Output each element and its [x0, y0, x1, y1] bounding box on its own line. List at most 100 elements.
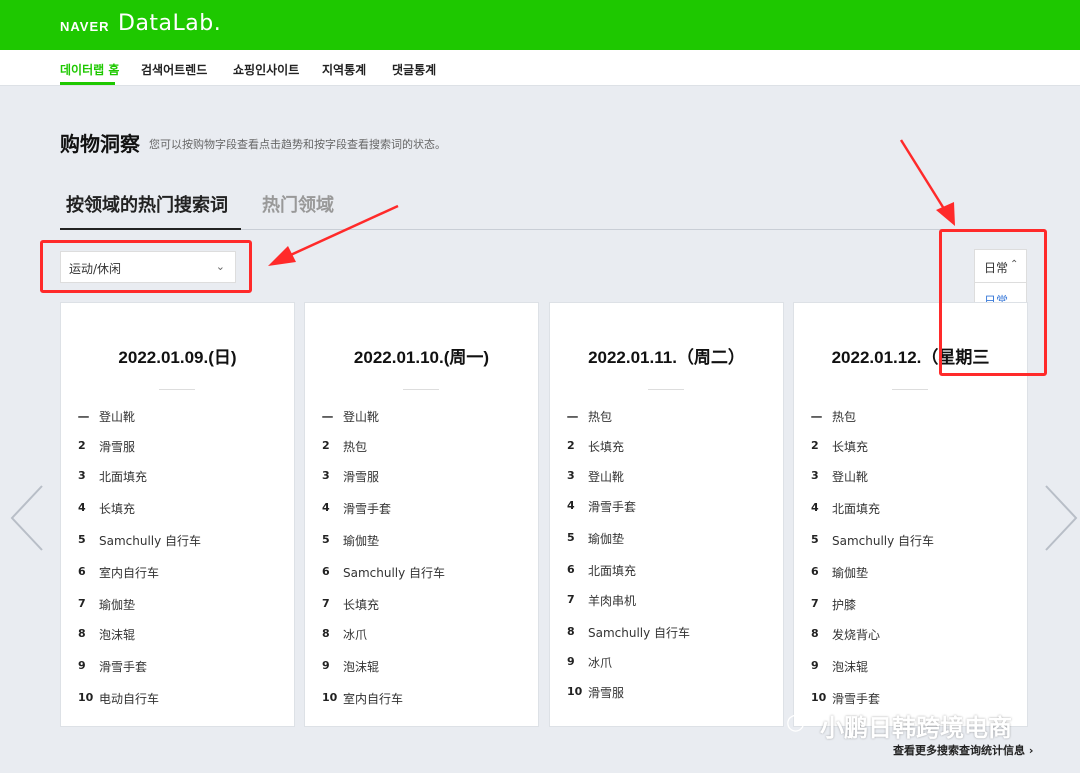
rank-number: 5 [322, 533, 330, 546]
list-item[interactable]: 10 滑雪服 [550, 683, 783, 703]
list-item[interactable]: 7 长填充 [305, 595, 538, 615]
list-item[interactable]: 一热包 [794, 407, 1027, 427]
rank-number: 7 [322, 597, 330, 610]
rank-number: 7 [78, 597, 86, 610]
rank-keyword: 滑雪手套 [343, 502, 392, 516]
list-item[interactable]: 2 长填充 [794, 437, 1027, 457]
nav-item-comment-stats[interactable]: 댓글통계 [392, 61, 436, 78]
rank-keyword: 电动自行车 [99, 692, 160, 706]
list-item[interactable]: 4 长填充 [61, 499, 294, 519]
list-item[interactable]: 3 登山靴 [794, 467, 1027, 487]
ranking-card: 2022.01.12.（星期三一热包 2 长填充 3 登山靴 4 北面填充 5 Samchull… [793, 302, 1028, 727]
card-date: 2022.01.10.(周一) [353, 348, 490, 367]
rank-keyword: 滑雪服 [588, 686, 625, 700]
rank-keyword: 羊肉串机 [588, 594, 637, 608]
list-item[interactable]: 9 泡沫辊 [794, 657, 1027, 677]
list-item[interactable]: 10 滑雪手套 [794, 689, 1027, 709]
rank-keyword: 长填充 [832, 440, 869, 454]
period-select[interactable]: 日常 ⌃ [974, 249, 1027, 283]
card-separator [159, 389, 195, 390]
rank-number: 8 [811, 627, 819, 640]
list-item[interactable]: 5 瑜伽垫 [550, 529, 783, 549]
list-item[interactable]: 9 泡沫辊 [305, 657, 538, 677]
list-item[interactable]: 2 长填充 [550, 437, 783, 457]
rank-number: 6 [811, 565, 819, 578]
rank-number: 10 [322, 691, 338, 704]
list-item[interactable]: 7 羊肉串机 [550, 591, 783, 611]
page-title: 购物洞察 [60, 132, 140, 156]
rank-keyword: 滑雪服 [343, 470, 380, 484]
rank-keyword: 滑雪手套 [588, 500, 637, 514]
list-item[interactable]: 8 冰爪 [305, 625, 538, 645]
list-item[interactable]: 一热包 [550, 407, 783, 427]
list-item[interactable]: 9 冰爪 [550, 653, 783, 673]
list-item[interactable]: 10 电动自行车 [61, 689, 294, 709]
rank-number: 4 [811, 501, 819, 514]
list-item[interactable]: 6 北面填充 [550, 561, 783, 581]
rank-number: 10 [78, 691, 94, 704]
list-item[interactable]: 2 热包 [305, 437, 538, 457]
rank-number: 5 [811, 533, 819, 546]
rank-number: 一 [78, 411, 89, 424]
list-item[interactable]: 一登山靴 [61, 407, 294, 427]
list-item[interactable]: 6 Samchully 自行车 [305, 563, 538, 583]
page-description: 您可以按购物字段查看点击趋势和按字段查看搜索词的状态。 [149, 138, 446, 151]
list-item[interactable]: 2 滑雪服 [61, 437, 294, 457]
list-item[interactable]: 5 Samchully 自行车 [794, 531, 1027, 551]
rank-keyword: 登山靴 [588, 470, 625, 484]
list-item[interactable]: 一登山靴 [305, 407, 538, 427]
list-item[interactable]: 4 滑雪手套 [305, 499, 538, 519]
rank-keyword: Samchully 自行车 [343, 566, 446, 580]
card-date: 2022.01.12.（星期三 [831, 348, 990, 367]
list-item[interactable]: 10 室内自行车 [305, 689, 538, 709]
chevron-left-icon[interactable] [8, 483, 48, 553]
list-item[interactable]: 5 Samchully 自行车 [61, 531, 294, 551]
rank-number: 2 [78, 439, 86, 452]
datalab-logo[interactable]: DataLab. [118, 11, 221, 36]
period-select-value: 日常 [984, 261, 1009, 275]
list-item[interactable]: 8 泡沫辊 [61, 625, 294, 645]
chevron-up-icon: ⌃ [1010, 259, 1019, 270]
rank-number: 3 [567, 469, 575, 482]
list-item[interactable]: 6 室内自行车 [61, 563, 294, 583]
tab-popular-keywords-by-field[interactable]: 按领域的热门搜索词 [66, 191, 228, 217]
list-item[interactable]: 9 滑雪手套 [61, 657, 294, 677]
nav-item-datalab-home[interactable]: 데이터랩 홈 [60, 61, 119, 78]
card-separator [403, 389, 439, 390]
list-item[interactable]: 7 瑜伽垫 [61, 595, 294, 615]
chevron-right-icon[interactable] [1040, 483, 1080, 553]
tab-popular-fields[interactable]: 热门领域 [262, 191, 334, 217]
rank-keyword: 发烧背心 [832, 628, 881, 642]
list-item[interactable]: 3 北面填充 [61, 467, 294, 487]
rank-keyword: 滑雪手套 [99, 660, 148, 674]
list-item[interactable]: 3 滑雪服 [305, 467, 538, 487]
list-item[interactable]: 5 瑜伽垫 [305, 531, 538, 551]
rank-keyword: 瑜伽垫 [343, 534, 380, 548]
list-item[interactable]: 4 滑雪手套 [550, 497, 783, 517]
category-select[interactable]: 运动/休闲 ⌄ [60, 251, 236, 283]
list-item[interactable]: 4 北面填充 [794, 499, 1027, 519]
list-item[interactable]: 7 护膝 [794, 595, 1027, 615]
list-item[interactable]: 8 Samchully 自行车 [550, 623, 783, 643]
ranking-card: 2022.01.10.(周一) 一登山靴 2 热包 3 滑雪服 4 滑雪手套 5 瑜伽垫 6 Samc… [304, 302, 539, 727]
rank-keyword: Samchully 自行车 [99, 534, 202, 548]
nav-item-shopping-insight[interactable]: 쇼핑인사이트 [233, 61, 299, 78]
list-item[interactable]: 6 瑜伽垫 [794, 563, 1027, 583]
list-item[interactable]: 8 发烧背心 [794, 625, 1027, 645]
rank-keyword: 滑雪手套 [832, 692, 881, 706]
naver-logo[interactable]: NAVER [60, 19, 110, 34]
rank-number: 6 [322, 565, 330, 578]
rank-number: 8 [567, 625, 575, 638]
nav-item-regional-stats[interactable]: 지역통계 [322, 61, 366, 78]
rank-keyword: 室内自行车 [99, 566, 160, 580]
list-item[interactable]: 3 登山靴 [550, 467, 783, 487]
rank-keyword: 长填充 [99, 502, 136, 516]
nav-item-search-trend[interactable]: 검색어트렌드 [141, 61, 207, 78]
rank-number: 8 [322, 627, 330, 640]
rank-keyword: 北面填充 [832, 502, 881, 516]
rank-number: 2 [811, 439, 819, 452]
rank-number: 2 [322, 439, 330, 452]
more-stats-link[interactable]: 查看更多搜索查询统计信息 › [893, 742, 1033, 758]
rank-keyword: 冰爪 [343, 628, 368, 642]
rank-keyword: 热包 [588, 410, 613, 424]
